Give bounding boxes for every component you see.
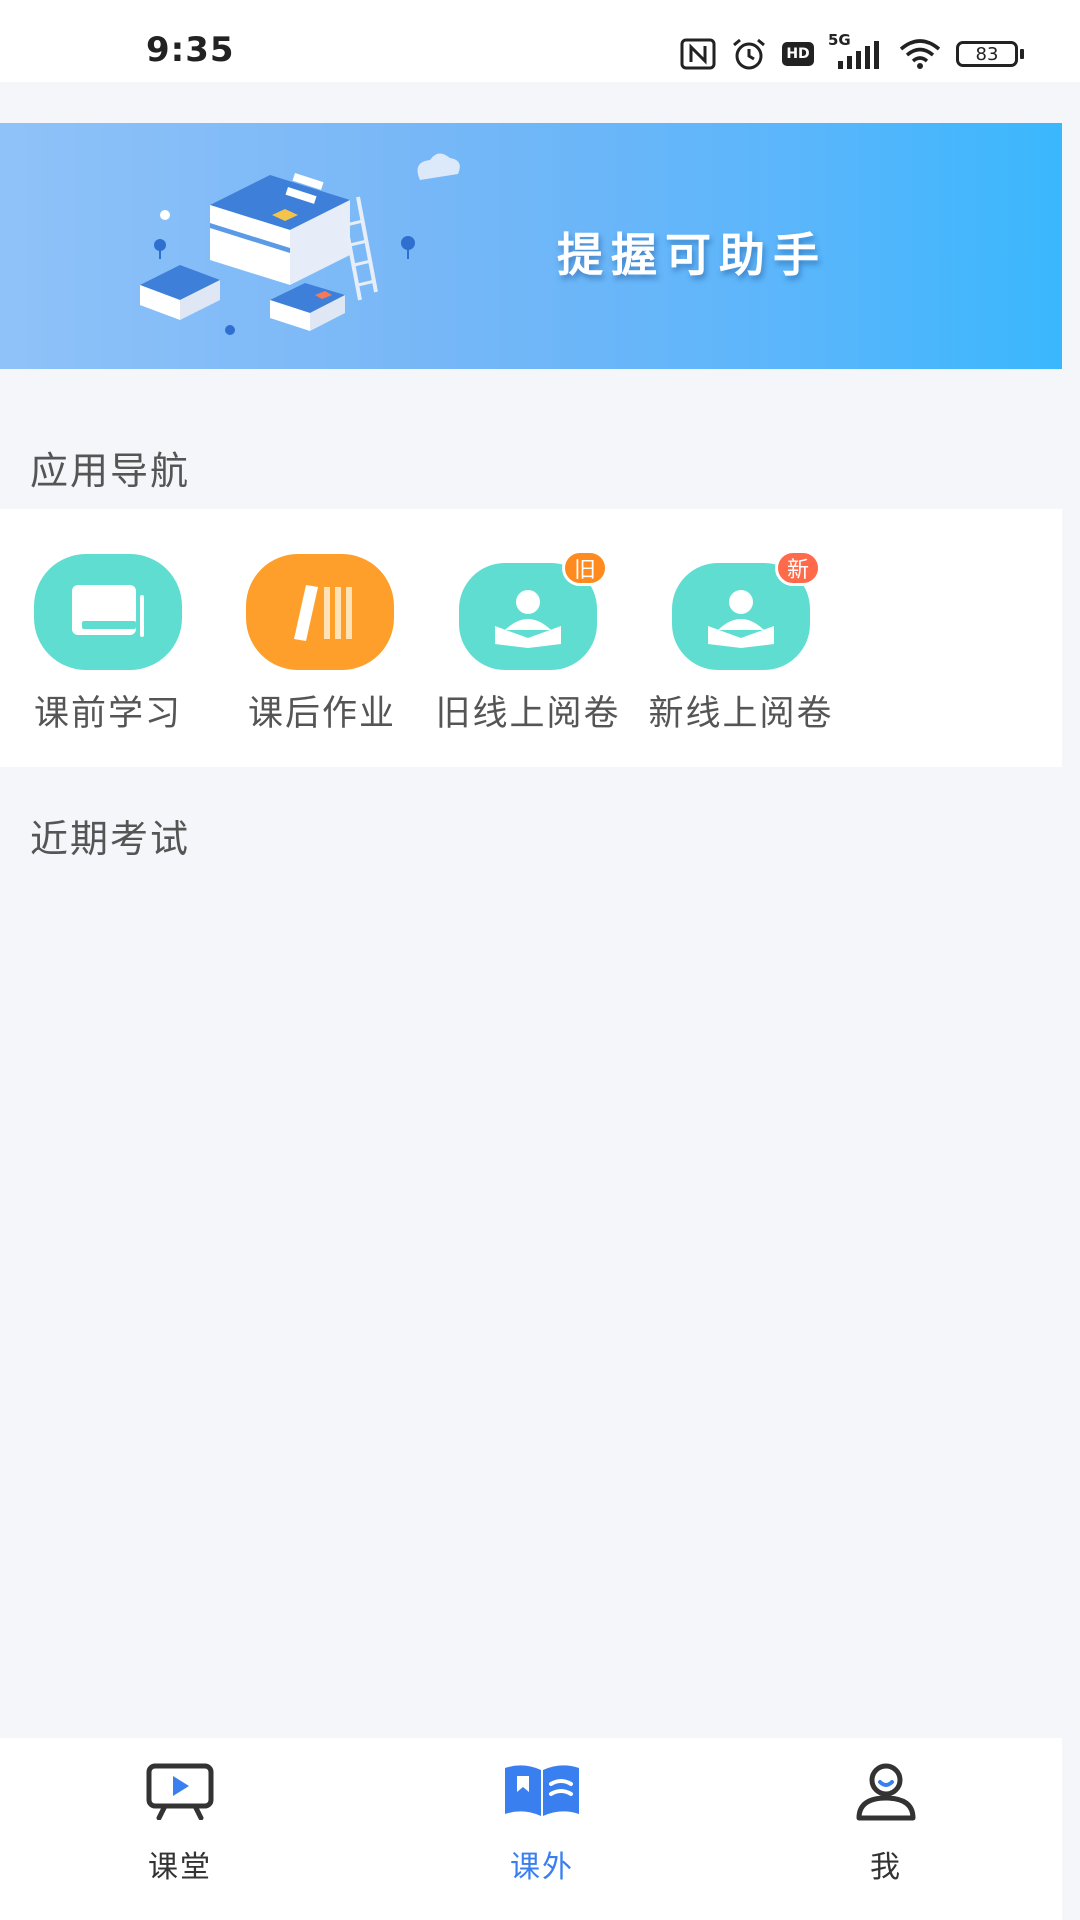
- alarm-icon: [733, 38, 765, 70]
- classroom-icon: [146, 1763, 214, 1820]
- app-nav-title: 应用导航: [30, 449, 191, 493]
- tab-label-me: 我: [870, 1850, 902, 1885]
- app-nav-panel: 课前学习 课后作业 旧 旧线上阅卷 新 新线上阅卷: [0, 509, 1062, 767]
- banner-title: 提握可助手: [557, 228, 827, 282]
- hd-label: HD: [786, 46, 810, 62]
- bottom-nav: 课堂 课外 我: [0, 1738, 1062, 1920]
- new-badge-label: 新: [786, 558, 809, 583]
- tab-me[interactable]: 我: [806, 1738, 966, 1920]
- banner[interactable]: 提握可助手: [0, 123, 1062, 369]
- nav-item-old-grading[interactable]: 旧 旧线上阅卷: [430, 509, 630, 767]
- old-badge: 旧: [562, 550, 608, 586]
- nfc-icon: [680, 38, 716, 70]
- status-time: 9:35: [146, 30, 235, 70]
- nav-label-pre-class: 课前学习: [33, 694, 182, 734]
- tab-label-classroom: 课堂: [148, 1850, 212, 1885]
- tab-extracurricular[interactable]: 课外: [462, 1738, 622, 1920]
- hd-icon: HD: [782, 42, 814, 66]
- new-badge: 新: [775, 550, 821, 586]
- nav-label-new-grading: 新线上阅卷: [648, 694, 834, 734]
- wifi-icon: [899, 39, 941, 69]
- status-icons: HD 5G 83: [680, 31, 1024, 72]
- nav-item-new-grading[interactable]: 新 新线上阅卷: [643, 509, 843, 767]
- nav-item-pre-class[interactable]: 课前学习: [2, 509, 202, 767]
- recent-exams-list: [0, 870, 1062, 1730]
- nav-label-homework: 课后作业: [247, 694, 396, 734]
- books-illustration: [140, 153, 460, 335]
- tab-classroom[interactable]: 课堂: [100, 1738, 260, 1920]
- battery-level: 83: [975, 43, 999, 65]
- open-book-icon: [505, 1765, 579, 1816]
- book-icon: [34, 554, 182, 670]
- signal-icon: 5G: [828, 31, 884, 71]
- person-icon: [856, 1763, 916, 1821]
- homework-icon: [246, 554, 394, 670]
- nav-label-old-grading: 旧线上阅卷: [435, 694, 621, 734]
- tab-label-extracurricular: 课外: [510, 1850, 574, 1885]
- recent-exams-title: 近期考试: [30, 817, 191, 861]
- nav-item-homework[interactable]: 课后作业: [216, 509, 416, 767]
- status-bar: 9:35 HD 5G 83: [0, 0, 1080, 82]
- old-badge-label: 旧: [573, 558, 596, 583]
- battery-icon: 83: [956, 41, 1024, 67]
